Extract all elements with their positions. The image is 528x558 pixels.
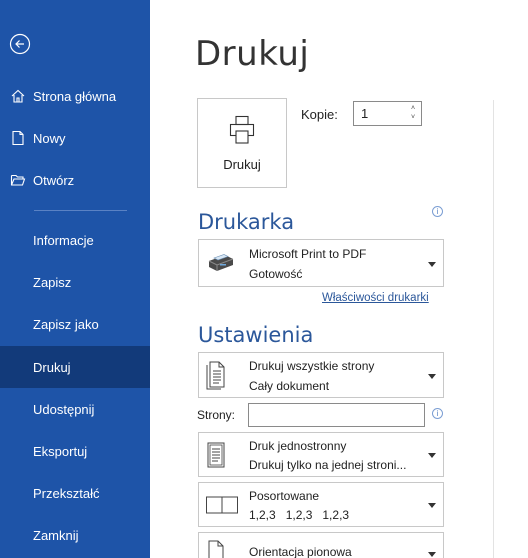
sidebar-item-export[interactable]: Eksportuj — [0, 430, 150, 472]
pages-scope-title: Drukuj wszystkie strony — [249, 359, 375, 373]
open-folder-icon — [10, 172, 26, 188]
sidebar-item-info[interactable]: Informacje — [0, 219, 150, 261]
duplex-title: Druk jednostronny — [249, 439, 347, 453]
printer-device-icon — [208, 254, 234, 271]
document-pages-icon — [206, 361, 225, 390]
duplex-select[interactable]: Druk jednostronny Drukuj tylko na jednej… — [198, 432, 444, 477]
chevron-down-icon[interactable]: ˅ — [409, 113, 417, 122]
print-pane: Drukuj Drukuj Kopie: 1 ˄ ˅ Drukarka i Mi… — [150, 0, 528, 558]
home-icon — [10, 88, 26, 104]
orientation-title: Orientacja pionowa — [249, 545, 352, 558]
portrait-orientation-icon — [208, 540, 224, 558]
chevron-down-icon — [428, 453, 436, 458]
sidebar-item-label: Zamknij — [33, 527, 79, 543]
single-sided-icon — [207, 442, 225, 468]
chevron-down-icon — [428, 503, 436, 508]
collated-icon — [206, 496, 238, 514]
sidebar-item-label: Strona główna — [33, 88, 117, 104]
printer-status: Gotowość — [249, 267, 303, 281]
chevron-up-icon[interactable]: ˄ — [409, 104, 417, 113]
printer-icon — [229, 115, 255, 144]
sidebar-item-label: Przekształć — [33, 485, 100, 501]
sidebar-item-label: Udostępnij — [33, 401, 95, 417]
pages-scope-subtitle: Cały dokument — [249, 379, 330, 393]
page-title: Drukuj — [195, 34, 310, 74]
sidebar-item-label: Zapisz jako — [33, 316, 99, 332]
pages-input[interactable] — [248, 403, 425, 427]
sidebar-item-label: Nowy — [33, 130, 66, 146]
backstage-sidebar: Strona główna Nowy Otwórz Informacje Zap… — [0, 0, 150, 558]
duplex-subtitle: Drukuj tylko na jednej stroni... — [249, 458, 407, 472]
sidebar-divider — [34, 210, 127, 211]
sidebar-item-share[interactable]: Udostępnij — [0, 388, 150, 430]
sidebar-item-label: Informacje — [33, 232, 94, 248]
copies-spin-buttons[interactable]: ˄ ˅ — [409, 104, 417, 122]
sidebar-item-save-as[interactable]: Zapisz jako — [0, 303, 150, 345]
copies-label: Kopie: — [301, 107, 338, 122]
print-button[interactable]: Drukuj — [197, 98, 287, 188]
sidebar-item-print[interactable]: Drukuj — [0, 346, 150, 388]
sidebar-item-close[interactable]: Zamknij — [0, 514, 150, 556]
preview-divider — [493, 100, 494, 558]
printer-section-title: Drukarka — [198, 210, 295, 234]
info-icon[interactable]: i — [432, 408, 443, 419]
sidebar-item-home[interactable]: Strona główna — [0, 75, 150, 117]
print-button-label: Drukuj — [223, 157, 261, 172]
chevron-down-icon — [428, 374, 436, 379]
chevron-down-icon — [428, 262, 436, 267]
back-arrow-icon[interactable] — [9, 33, 31, 55]
copies-stepper[interactable]: 1 ˄ ˅ — [353, 101, 422, 126]
orientation-select[interactable]: Orientacja pionowa — [198, 532, 444, 558]
new-document-icon — [10, 130, 26, 146]
collation-select[interactable]: Posortowane 1,2,3 1,2,3 1,2,3 — [198, 482, 444, 527]
pages-scope-select[interactable]: Drukuj wszystkie strony Cały dokument — [198, 352, 444, 398]
sidebar-item-new[interactable]: Nowy — [0, 117, 150, 159]
printer-properties-link[interactable]: Właściwości drukarki — [322, 292, 429, 304]
sidebar-item-transform[interactable]: Przekształć — [0, 472, 150, 514]
sidebar-item-label: Otwórz — [33, 172, 75, 188]
sidebar-item-open[interactable]: Otwórz — [0, 159, 150, 201]
sidebar-item-save[interactable]: Zapisz — [0, 261, 150, 303]
sidebar-item-label: Drukuj — [33, 359, 71, 375]
collation-title: Posortowane — [249, 489, 320, 503]
copies-value: 1 — [361, 106, 369, 121]
collation-subtitle: 1,2,3 1,2,3 1,2,3 — [249, 508, 350, 522]
sidebar-item-label: Eksportuj — [33, 443, 88, 459]
info-icon[interactable]: i — [432, 206, 443, 217]
pages-label: Strony: — [197, 408, 236, 422]
sidebar-item-label: Zapisz — [33, 274, 72, 290]
settings-section-title: Ustawienia — [198, 323, 314, 347]
chevron-down-icon — [428, 552, 436, 557]
printer-select[interactable]: Microsoft Print to PDF Gotowość — [198, 239, 444, 287]
printer-name: Microsoft Print to PDF — [249, 247, 367, 261]
